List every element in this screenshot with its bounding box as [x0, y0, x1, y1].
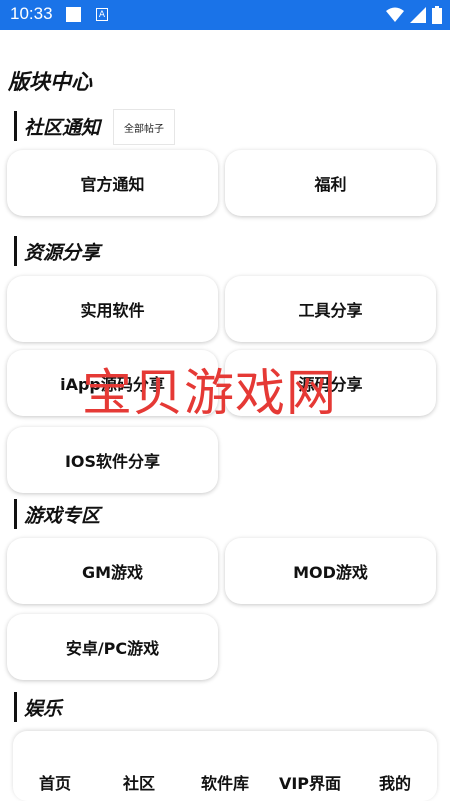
- nav-home[interactable]: 首页: [15, 770, 95, 794]
- bottom-nav: 首页 社区 软件库 VIP界面 我的: [13, 731, 437, 801]
- card-ios-software-share[interactable]: IOS软件分享: [7, 427, 218, 493]
- status-bar: 10:33 A: [0, 0, 450, 30]
- wifi-icon: [386, 7, 404, 22]
- card-welfare[interactable]: 福利: [225, 150, 436, 216]
- card-useful-software[interactable]: 实用软件: [7, 276, 218, 342]
- signal-icon: [410, 7, 426, 23]
- section-title: 资源分享: [24, 241, 101, 264]
- section-bar: [14, 111, 17, 141]
- section-title: 社区通知: [24, 116, 101, 139]
- card-official-notice[interactable]: 官方通知: [7, 150, 218, 216]
- nav-vip[interactable]: VIP界面: [270, 770, 350, 794]
- section-header-entertainment: 娱乐: [14, 692, 62, 722]
- nav-community[interactable]: 社区: [99, 770, 179, 794]
- section-bar: [14, 499, 17, 529]
- notification-icon: [66, 7, 81, 22]
- status-time: 10:33: [10, 4, 53, 23]
- card-android-pc-games[interactable]: 安卓/PC游戏: [7, 614, 218, 680]
- section-title: 游戏专区: [24, 504, 101, 527]
- page-title: 版块中心: [8, 70, 92, 94]
- nav-mine[interactable]: 我的: [355, 770, 435, 794]
- section-header-community-notice: 社区通知: [14, 111, 100, 141]
- battery-icon: [432, 6, 442, 24]
- status-icons: [386, 6, 442, 24]
- section-bar: [14, 692, 17, 722]
- card-source-share[interactable]: 源码分享: [225, 350, 436, 416]
- card-gm-games[interactable]: GM游戏: [7, 538, 218, 604]
- card-mod-games[interactable]: MOD游戏: [225, 538, 436, 604]
- section-bar: [14, 236, 17, 266]
- section-header-resource-share: 资源分享: [14, 236, 100, 266]
- section-title: 娱乐: [24, 697, 63, 720]
- card-tool-share[interactable]: 工具分享: [225, 276, 436, 342]
- all-posts-button[interactable]: 全部帖子: [113, 109, 175, 145]
- card-iapp-source-share[interactable]: iApp源码分享: [7, 350, 218, 416]
- section-header-game-zone: 游戏专区: [14, 499, 100, 529]
- notification-a-icon: A: [96, 8, 108, 21]
- nav-software-library[interactable]: 软件库: [185, 770, 265, 794]
